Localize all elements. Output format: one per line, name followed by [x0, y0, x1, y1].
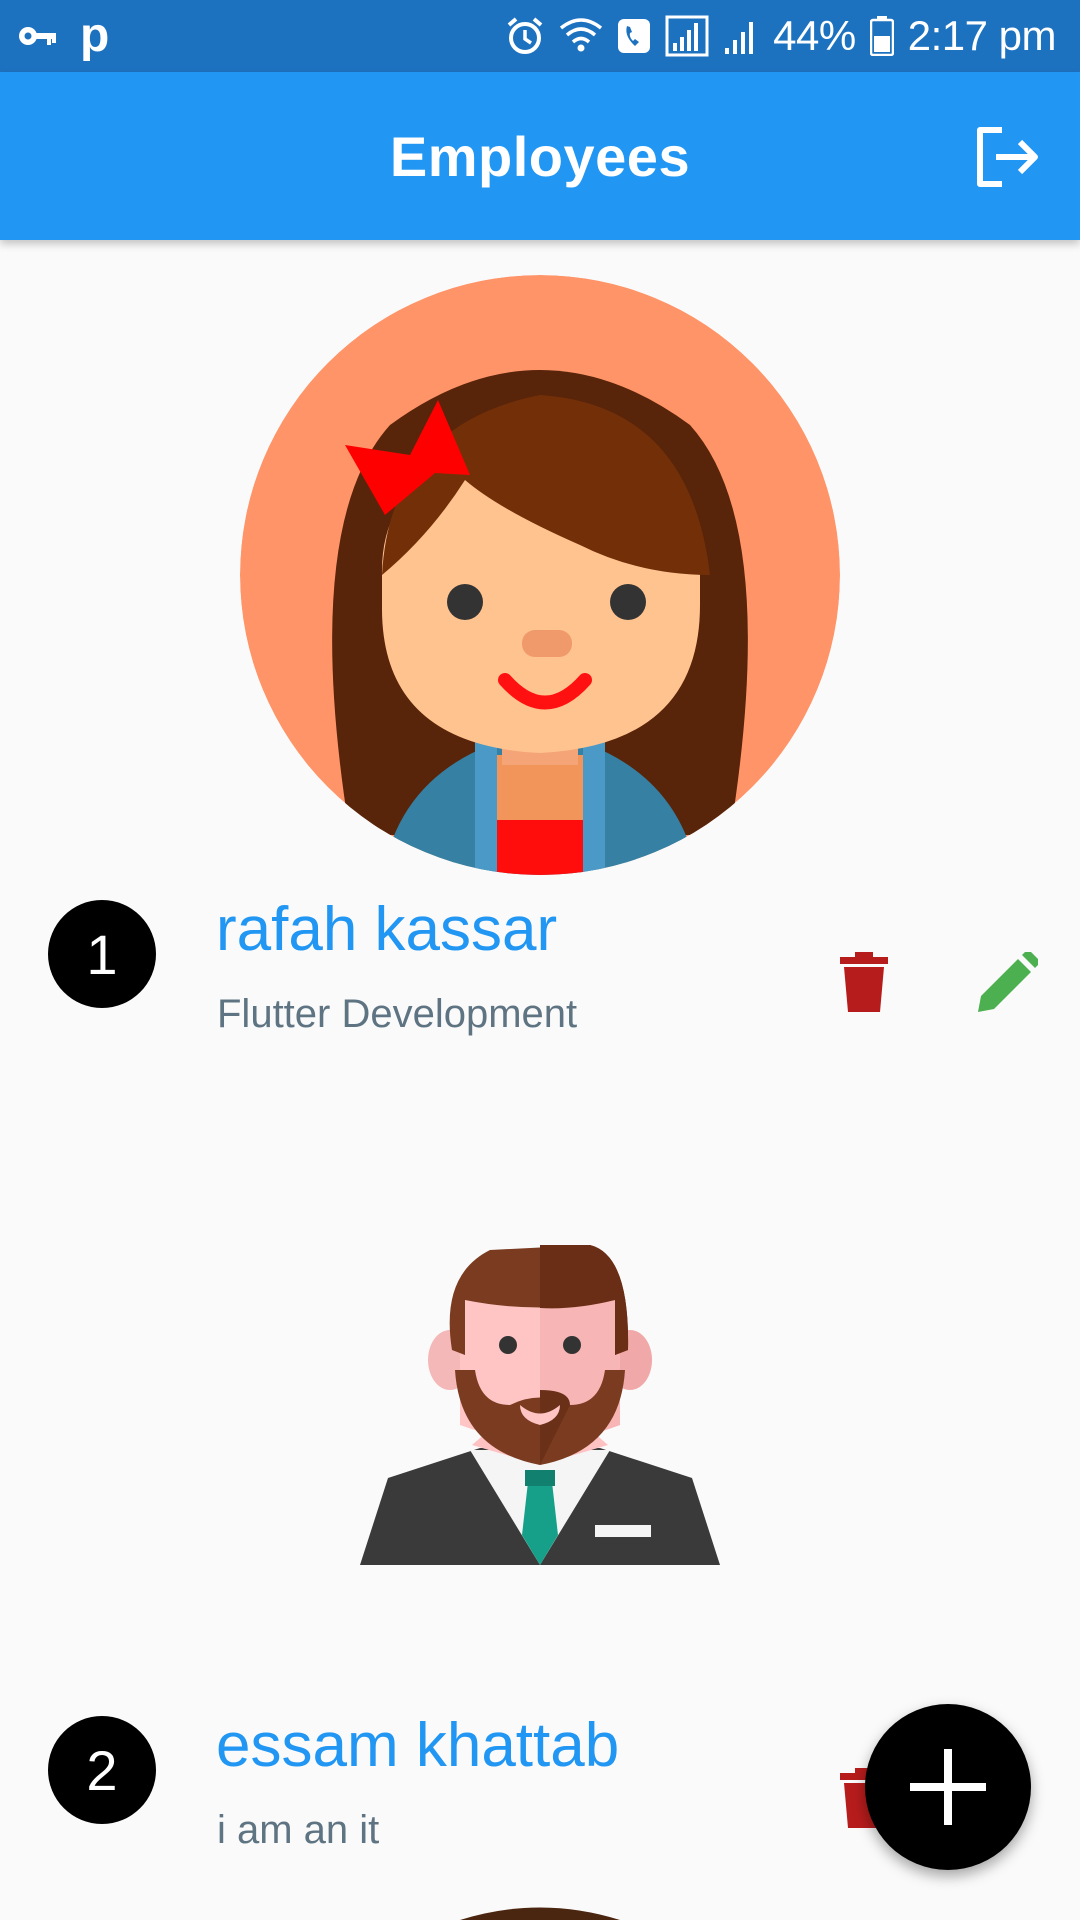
logout-icon — [977, 127, 1038, 187]
edit-button[interactable] — [978, 949, 1041, 1012]
page-title: Employees — [389, 125, 691, 188]
signal-2-icon — [725, 22, 754, 54]
battery-icon — [869, 16, 894, 56]
clock-time: 2:17 pm — [907, 12, 1057, 59]
battery-percent: 44% — [773, 12, 856, 59]
app-notification-icon: p — [80, 9, 110, 62]
employee-avatar-partial — [0, 1905, 1080, 1920]
wifi-call-icon — [560, 18, 603, 52]
employee-avatar — [0, 275, 1080, 875]
employee-name: essam khattab — [216, 1711, 620, 1780]
employee-number-badge: 2 — [48, 1716, 156, 1824]
vpn-key-icon — [19, 27, 56, 45]
employee-role: i am an it — [217, 1808, 380, 1852]
employee-number-badge: 1 — [48, 900, 156, 1008]
add-employee-button[interactable] — [865, 1704, 1031, 1870]
trash-icon — [840, 952, 888, 1012]
employee-name: rafah kassar — [216, 895, 558, 964]
girl-avatar-icon — [240, 275, 840, 875]
app-bar: Employees — [0, 72, 1080, 240]
pencil-icon — [978, 949, 1041, 1012]
businessman-avatar-icon — [360, 1245, 720, 1565]
status-bar: p 44% 2:17 pm — [0, 0, 1080, 72]
delete-button[interactable] — [840, 952, 888, 1012]
phone-icon — [618, 19, 651, 53]
list-item[interactable]: 1 rafah kassar Flutter Development — [0, 895, 1080, 1040]
signal-1-icon — [665, 15, 709, 57]
employee-role: Flutter Development — [217, 992, 578, 1036]
plus-icon — [910, 1749, 986, 1825]
employee-avatar — [0, 1240, 1080, 1570]
logout-button[interactable] — [972, 124, 1042, 190]
avatar-hair-icon — [460, 1907, 620, 1920]
alarm-icon — [507, 17, 543, 54]
